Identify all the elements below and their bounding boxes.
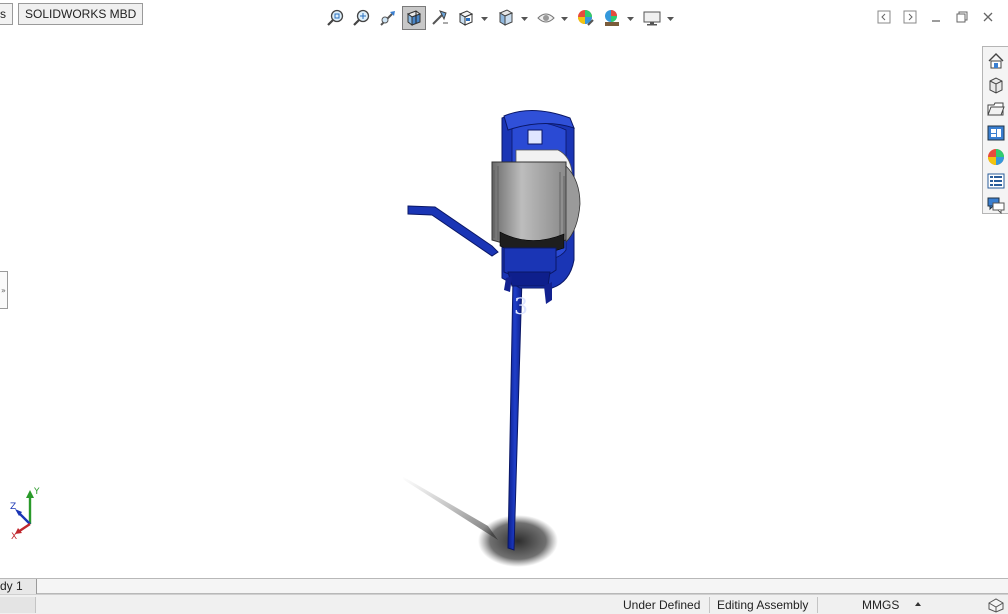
view-orientation-icon[interactable] xyxy=(454,6,478,30)
quick-tips-icon[interactable] xyxy=(987,597,1005,613)
solidworks-resources-icon[interactable] xyxy=(986,51,1006,71)
triad-z-label: Z xyxy=(10,502,16,512)
solidworks-forum-icon[interactable] xyxy=(986,195,1006,215)
view-settings-icon[interactable] xyxy=(640,6,664,30)
hide-show-dropdown-icon[interactable] xyxy=(560,15,568,23)
collar-flange xyxy=(507,271,551,287)
hide-show-items-icon[interactable] xyxy=(534,6,558,30)
solidworks-window: s SOLIDWORKS MBD » 3 Y Z X dy 1 Under De… xyxy=(0,0,1008,614)
model-tabs-bar: dy 1 xyxy=(0,578,1008,594)
part-label-3: 3 xyxy=(514,295,528,320)
tab-solidworks-mbd[interactable]: SOLIDWORKS MBD xyxy=(18,3,144,25)
command-manager-tabs: s SOLIDWORKS MBD xyxy=(0,3,144,25)
top-slot xyxy=(527,129,543,145)
status-definition: Under Defined xyxy=(623,598,701,612)
apply-scene-icon[interactable] xyxy=(600,6,624,30)
feature-manager-handle[interactable]: » xyxy=(0,271,8,309)
status-divider xyxy=(709,597,710,613)
design-library-icon[interactable] xyxy=(986,75,1006,95)
minimize-icon[interactable] xyxy=(927,8,945,26)
reference-triad: Y Z X xyxy=(10,487,40,540)
motion-study-tab[interactable]: dy 1 xyxy=(0,579,37,594)
apply-scene-dropdown-icon[interactable] xyxy=(626,15,634,23)
side-arm xyxy=(407,205,499,257)
coil-right-flank xyxy=(565,165,581,243)
assembly-model-view[interactable]: 3 xyxy=(380,100,600,570)
units-selector[interactable]: MMGS xyxy=(862,597,899,613)
view-settings-dropdown-icon[interactable] xyxy=(666,15,674,23)
close-icon[interactable] xyxy=(979,8,997,26)
appearances-scenes-icon[interactable] xyxy=(986,147,1006,167)
dynamic-annotation-views-icon[interactable] xyxy=(428,6,452,30)
triad-y-label: Y xyxy=(33,487,40,497)
restore-icon[interactable] xyxy=(953,8,971,26)
status-bar: Under Defined Editing Assembly MMGS xyxy=(0,594,1008,614)
expand-chevron-icon: » xyxy=(1,286,6,295)
zoom-to-area-icon[interactable] xyxy=(350,6,374,30)
edit-appearance-icon[interactable] xyxy=(574,6,598,30)
view-palette-icon[interactable] xyxy=(986,123,1006,143)
file-explorer-icon[interactable] xyxy=(986,99,1006,119)
tile-left-icon[interactable] xyxy=(875,8,893,26)
units-up-arrow-icon[interactable] xyxy=(915,602,921,606)
display-style-dropdown-icon[interactable] xyxy=(520,15,528,23)
triad-x-label: X xyxy=(11,532,17,540)
tile-right-icon[interactable] xyxy=(901,8,919,26)
tab-sketch[interactable]: s xyxy=(0,3,13,25)
zoom-to-fit-icon[interactable] xyxy=(324,6,348,30)
section-view-icon[interactable] xyxy=(402,6,426,30)
display-style-icon[interactable] xyxy=(494,6,518,30)
status-divider xyxy=(817,597,818,613)
view-orientation-dropdown-icon[interactable] xyxy=(480,15,488,23)
task-pane xyxy=(982,46,1008,214)
status-left-segment xyxy=(0,597,36,613)
model-shadow xyxy=(478,515,558,567)
previous-view-icon[interactable] xyxy=(376,6,400,30)
custom-properties-icon[interactable] xyxy=(986,171,1006,191)
status-editing-mode: Editing Assembly xyxy=(717,598,809,612)
